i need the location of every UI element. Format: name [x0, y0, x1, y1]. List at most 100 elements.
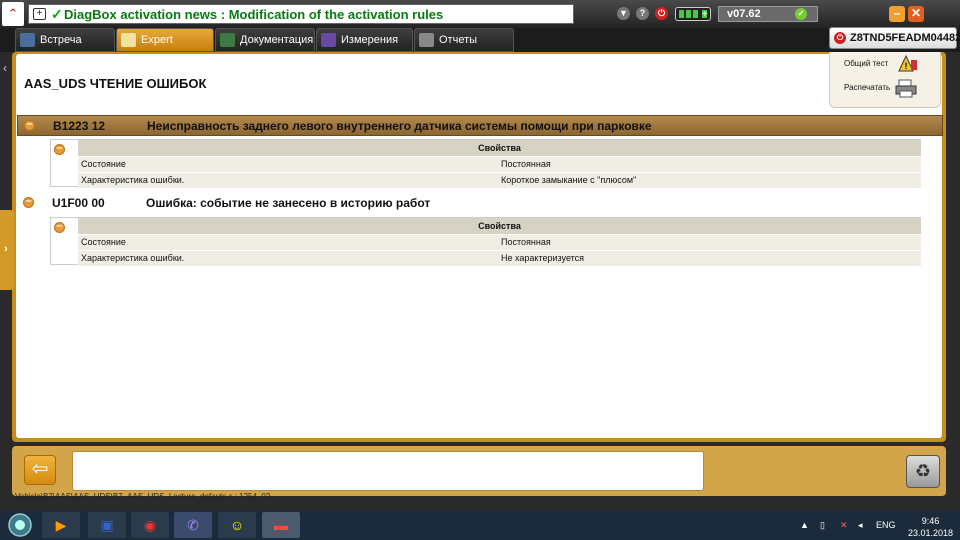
- fault-code: B1223 12: [53, 119, 106, 133]
- chevron-right-icon: ›: [4, 243, 8, 255]
- properties-header: Свойства: [78, 218, 921, 234]
- fault-code: U1F00 00: [52, 196, 105, 210]
- recycle-button[interactable]: ♻: [906, 455, 940, 488]
- property-value: Не характеризуется: [501, 253, 585, 263]
- floppy-icon: ▣: [100, 517, 114, 533]
- version-label: v07.62: [727, 8, 761, 20]
- version-display: v07.62 ✓: [718, 6, 818, 22]
- network-tray-icon[interactable]: ✕: [840, 520, 848, 531]
- collapse-icon[interactable]: –: [54, 143, 65, 155]
- vin-label: Z8TND5FEADM044821: [850, 32, 960, 44]
- property-key: Состояние: [81, 159, 126, 169]
- wave-icon: [321, 33, 336, 48]
- taskbar-media-player[interactable]: ▶: [42, 512, 80, 538]
- back-button[interactable]: ⇦: [24, 455, 56, 485]
- tab-label: Документация: [240, 34, 314, 46]
- clock[interactable]: 9:46 23.01.2018: [908, 515, 953, 539]
- fault-description: Ошибка: событие не занесено в историю ра…: [146, 196, 431, 210]
- citroen-logo-icon: ⌃: [2, 2, 24, 26]
- tab-documentation[interactable]: Документация: [215, 28, 315, 52]
- meeting-icon: [20, 33, 35, 48]
- trash-icon: ♻: [914, 461, 932, 481]
- magnifier-icon: [121, 33, 136, 48]
- taskbar: ▶ ▣ ◉ ✆ ☺ ▬: [0, 510, 960, 540]
- tab-vstrecha[interactable]: Встреча: [15, 28, 115, 52]
- property-row: Состояние Постоянная: [78, 156, 921, 172]
- taskbar-viber[interactable]: ✆: [174, 512, 212, 538]
- news-toggle-icon[interactable]: +: [33, 8, 46, 20]
- taskbar-chrome[interactable]: ◉: [131, 512, 169, 538]
- warning-icon[interactable]: !: [896, 53, 918, 73]
- volume-tray-icon[interactable]: ◂: [858, 520, 863, 531]
- clock-time: 9:46: [921, 516, 940, 526]
- smiley-icon: ☺: [229, 517, 245, 533]
- property-value: Постоянная: [501, 159, 551, 169]
- side-expander[interactable]: ›: [0, 210, 14, 290]
- close-button[interactable]: ✕: [908, 6, 924, 22]
- properties-header: Свойства: [78, 140, 921, 156]
- fault-properties: – Свойства Состояние Постоянная Характер…: [50, 139, 921, 188]
- battery-indicator-icon: +: [675, 7, 711, 21]
- tab-expert[interactable]: Expert: [116, 28, 214, 52]
- message-field: [72, 451, 704, 491]
- report-icon: [419, 33, 434, 48]
- general-test-button[interactable]: Общий тест: [844, 59, 888, 68]
- battery-tray-icon[interactable]: ▯: [820, 520, 825, 531]
- property-value: Короткое замыкание с "плюсом": [501, 175, 637, 185]
- property-row: Характеристика ошибки. Короткое замыкани…: [78, 172, 921, 188]
- collapse-icon[interactable]: –: [23, 196, 34, 208]
- tab-label: Измерения: [341, 34, 399, 46]
- chrome-icon: ◉: [143, 517, 157, 533]
- title-bar: ⌃ + ✓ DiagBox activation news : Modifica…: [0, 0, 960, 28]
- media-player-icon: ▶: [55, 517, 67, 533]
- clock-date: 23.01.2018: [908, 528, 954, 538]
- collapse-icon[interactable]: –: [54, 221, 65, 233]
- windows-start-icon: [8, 513, 32, 537]
- svg-text:!: !: [905, 61, 908, 71]
- page-title: AAS_UDS ЧТЕНИЕ ОШИБОК: [24, 76, 207, 91]
- fault-row[interactable]: – B1223 12 Неисправность заднего левого …: [17, 115, 943, 136]
- vehicle-path: Vehicle\B7\AAS\AAS_UDS\B7_AAS_UDS_Lectur…: [15, 492, 271, 501]
- start-button[interactable]: [2, 512, 38, 538]
- plus-icon: +: [702, 9, 708, 20]
- down-arrow-icon[interactable]: ▼: [617, 7, 630, 20]
- printer-icon[interactable]: [894, 78, 918, 98]
- property-key: Характеристика ошибки.: [81, 253, 185, 263]
- checkmark-icon: ✓: [51, 6, 63, 22]
- tab-reports[interactable]: Отчеты: [414, 28, 514, 52]
- vehicle-vin-button[interactable]: ⏻ Z8TND5FEADM044821: [829, 27, 960, 49]
- help-icon[interactable]: ?: [636, 7, 649, 20]
- minimize-button[interactable]: –: [889, 6, 905, 22]
- property-row: Состояние Постоянная: [78, 234, 921, 250]
- fault-properties: – Свойства Состояние Постоянная Характер…: [50, 217, 921, 266]
- news-title[interactable]: DiagBox activation news : Modification o…: [64, 7, 443, 22]
- power-icon: ⏻: [834, 32, 846, 44]
- print-button[interactable]: Распечатать: [844, 83, 890, 92]
- tab-label: Отчеты: [439, 34, 478, 46]
- tab-bar: ‹ Встреча Expert Документация Измерения …: [0, 28, 960, 75]
- taskbar-smiley[interactable]: ☺: [218, 512, 256, 538]
- news-bar[interactable]: + ✓ DiagBox activation news : Modificati…: [28, 4, 574, 24]
- fault-description: Неисправность заднего левого внутреннего…: [147, 119, 652, 133]
- arrow-left-icon: ⇦: [31, 458, 49, 480]
- tab-label: Expert: [141, 34, 173, 46]
- diagbox-icon: ▬: [274, 517, 288, 533]
- fault-row[interactable]: – U1F00 00 Ошибка: событие не занесено в…: [17, 193, 943, 214]
- property-row: Характеристика ошибки. Не характеризуетс…: [78, 250, 921, 266]
- property-key: Состояние: [81, 237, 126, 247]
- chevron-left-icon[interactable]: ‹: [3, 61, 7, 75]
- update-ok-icon[interactable]: ✓: [795, 8, 807, 20]
- tab-measurements[interactable]: Измерения: [316, 28, 413, 52]
- taskbar-save[interactable]: ▣: [88, 512, 126, 538]
- tray-arrow-icon[interactable]: ▲: [800, 520, 809, 530]
- language-indicator[interactable]: ENG: [876, 520, 896, 530]
- power-icon[interactable]: ⏻: [655, 7, 668, 20]
- book-icon: [220, 33, 235, 48]
- property-key: Характеристика ошибки.: [81, 175, 185, 185]
- tab-label: Встреча: [40, 34, 82, 46]
- viber-icon: ✆: [187, 517, 199, 533]
- collapse-icon[interactable]: –: [24, 119, 35, 131]
- side-panel: Общий тест ! Распечатать: [829, 52, 941, 108]
- taskbar-diagbox[interactable]: ▬: [262, 512, 300, 538]
- property-value: Постоянная: [501, 237, 551, 247]
